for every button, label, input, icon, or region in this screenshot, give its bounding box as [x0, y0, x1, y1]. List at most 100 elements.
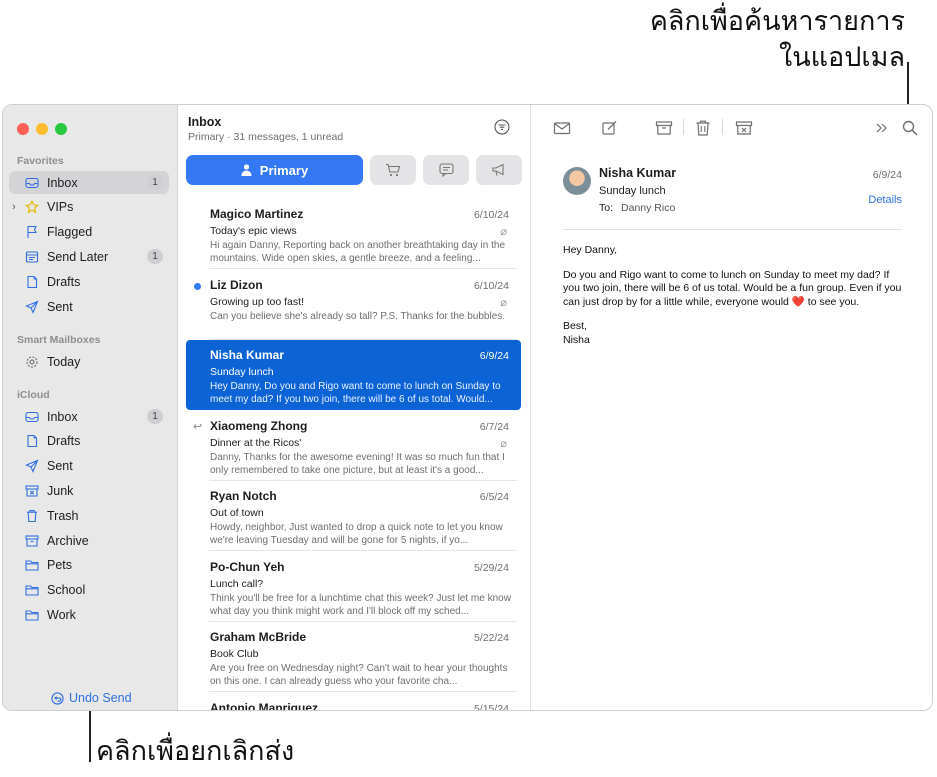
sidebar-item-trash[interactable]: Trash — [9, 504, 169, 527]
sidebar-item-sent[interactable]: Sent — [9, 455, 169, 478]
message-row[interactable]: Graham McBride 5/22/24 Book Club Are you fr… — [186, 622, 521, 692]
sidebar-item-label: Drafts — [47, 434, 81, 449]
sidebar-item-inbox[interactable]: Inbox 1 — [9, 171, 169, 194]
sidebar: Favorites Inbox 1 › VIPs Flagged Send Later 1 D… — [3, 105, 178, 710]
close-button[interactable] — [17, 123, 29, 135]
delete-button[interactable] — [694, 119, 712, 137]
search-callout: คลิกเพื่อค้นหารายการ ในแอปเมล — [650, 4, 905, 76]
message-subject: Dinner at the Ricos' — [210, 436, 302, 449]
message-row[interactable]: Ryan Notch 6/5/24 Out of town Howdy, neighb… — [186, 481, 521, 551]
envelope-icon — [553, 122, 571, 135]
sidebar-item-pets[interactable]: Pets — [9, 554, 169, 577]
icloud-heading: iCloud — [17, 389, 50, 401]
sidebar-item-label: School — [47, 583, 86, 598]
sidebar-item-label: Sent — [47, 459, 73, 474]
get-mail-button[interactable] — [553, 119, 571, 137]
more-toolbar-button[interactable] — [873, 119, 891, 137]
chevron-right-icon[interactable]: › — [12, 201, 16, 213]
sidebar-item-label: Junk — [47, 483, 74, 498]
tab-updates[interactable] — [423, 155, 469, 185]
undo-send-button[interactable]: Undo Send — [51, 691, 132, 705]
message-preview: Howdy, neighbor, Just wanted to drop a q… — [210, 522, 503, 546]
tab-promotions[interactable] — [476, 155, 522, 185]
search-callout-line1: คลิกเพื่อค้นหารายการ — [649, 6, 905, 37]
sidebar-item-inbox[interactable]: Inbox 1 — [9, 405, 169, 428]
tab-transactions[interactable] — [370, 155, 416, 185]
unread-count-badge: 1 — [147, 175, 163, 190]
unread-count-badge: 1 — [147, 249, 163, 265]
toolbar-divider — [722, 119, 723, 135]
sidebar-item-drafts[interactable]: Drafts — [9, 270, 169, 293]
draft-icon — [25, 275, 39, 289]
sidebar-item-drafts[interactable]: Drafts — [9, 430, 169, 453]
inbox-icon — [25, 176, 39, 190]
message-date: 6/9/24 — [872, 169, 902, 181]
category-tabs: Primary — [186, 155, 522, 185]
folder-icon — [25, 608, 39, 622]
search-icon — [902, 120, 918, 136]
tab-primary[interactable]: Primary — [186, 155, 363, 185]
sidebar-item-school[interactable]: School — [9, 579, 169, 602]
search-button[interactable] — [901, 119, 919, 137]
paperplane-icon — [25, 299, 39, 314]
paperplane-icon — [25, 459, 39, 473]
megaphone-icon — [492, 163, 504, 176]
message-sender: Magico Martinez — [210, 207, 304, 221]
message-row[interactable]: Nisha Kumar 6/9/24 Sunday lunch Hey Danny, … — [186, 340, 521, 410]
filter-button[interactable] — [494, 119, 510, 135]
message-subject: Sunday lunch — [210, 366, 274, 378]
avatar — [563, 167, 591, 195]
message-row[interactable]: Antonio Manriquez 5/15/24 — [186, 693, 521, 711]
sidebar-item-sent[interactable]: Sent — [9, 295, 169, 318]
gear-icon — [25, 355, 39, 369]
inbox-icon — [25, 410, 39, 424]
sidebar-item-work[interactable]: Work — [9, 603, 169, 626]
message-preview: Are you free on Wednesday night? Can't w… — [210, 663, 508, 687]
message-date: 6/10/24 — [473, 209, 509, 221]
body-signoff: Best, — [563, 320, 587, 332]
sidebar-item-send-later[interactable]: Send Later 1 — [9, 245, 169, 268]
tab-primary-label: Primary — [259, 162, 309, 178]
body-text-end: to see you. — [807, 295, 860, 308]
search-callout-line2: ในแอปเมล — [779, 42, 905, 73]
sidebar-item-today[interactable]: Today — [9, 350, 169, 373]
favorites-heading: Favorites — [17, 155, 64, 167]
sidebar-item-archive[interactable]: Archive — [9, 529, 169, 552]
zoom-button[interactable] — [55, 123, 67, 135]
sidebar-item-label: Sent — [47, 299, 73, 314]
undo-send-label: Undo Send — [69, 691, 132, 705]
message-body: Hey Danny, Do you and Rigo want to come … — [563, 244, 902, 347]
attachment-icon: ⌀ — [500, 437, 507, 450]
archive-button[interactable] — [655, 119, 673, 137]
message-row[interactable]: Xiaomeng Zhong 6/7/24 Dinner at the Ricos'… — [186, 411, 521, 481]
sidebar-item-flagged[interactable]: Flagged — [9, 221, 169, 244]
send-later-icon — [25, 250, 39, 264]
sidebar-item-junk[interactable]: Junk — [9, 479, 169, 502]
filter-icon — [494, 119, 510, 135]
message-sender: Liz Dizon — [210, 277, 263, 292]
double-chevron-icon — [876, 123, 887, 133]
undo-icon — [51, 691, 64, 705]
recipient-line: To: Danny Rico — [599, 202, 675, 214]
details-link[interactable]: Details — [868, 194, 902, 206]
body-greeting: Hey Danny, — [563, 244, 618, 256]
reading-pane: Nisha Kumar Sunday lunch To: Danny Rico 6… — [531, 105, 932, 710]
archive-icon — [25, 534, 39, 548]
minimize-button[interactable] — [36, 123, 48, 135]
message-subject: Out of town — [210, 507, 264, 519]
compose-button[interactable] — [601, 119, 619, 137]
message-row[interactable]: Liz Dizon 6/10/24 Growing up too fast! Can … — [186, 270, 521, 340]
junk-button[interactable] — [735, 119, 753, 137]
message-date: 5/29/24 — [473, 561, 509, 574]
mailbox-subtitle: Primary · 31 messages, 1 unread — [188, 131, 344, 143]
body-paragraph: Do you and Rigo want to come to lunch on… — [563, 269, 902, 310]
message-list-pane: Inbox Primary · 31 messages, 1 unread Pr… — [178, 105, 531, 710]
undo-callout-leader — [89, 702, 91, 762]
message-date: 5/22/24 — [473, 632, 509, 644]
message-row[interactable]: Magico Martinez 6/10/24 Today's epic views… — [186, 199, 521, 269]
sidebar-item-label: Archive — [47, 533, 89, 548]
toolbar-divider — [683, 119, 684, 135]
sidebar-item-vips[interactable]: › VIPs — [9, 196, 169, 219]
message-row[interactable]: Po-Chun Yeh 5/29/24 Lunch call? Think you'l… — [186, 552, 521, 622]
star-icon — [25, 200, 39, 214]
